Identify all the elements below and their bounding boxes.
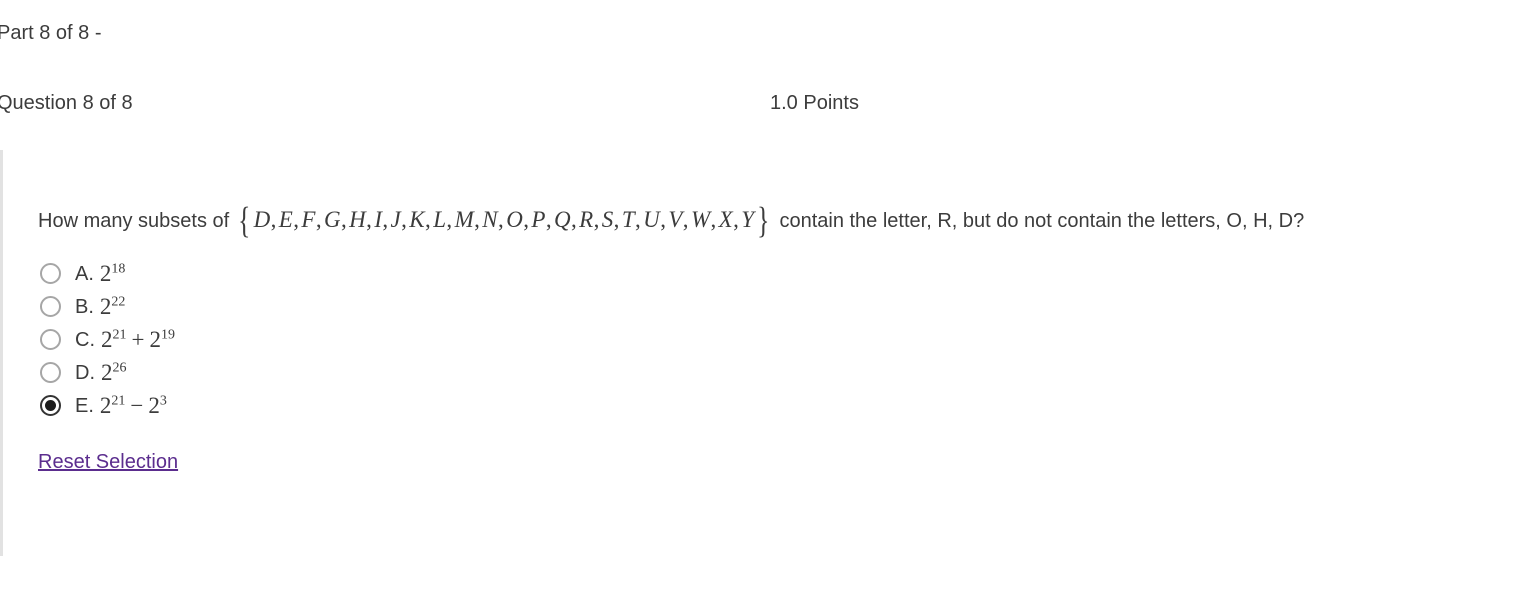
option-value: 218 [99,260,126,286]
set-separator: , [498,207,505,232]
option-letter: D. [75,361,95,384]
radio-button[interactable] [40,395,61,416]
reset-selection-link[interactable]: Reset Selection [38,449,178,475]
answer-options-list: A. 218 B. 222 C. 221 +219 D. 226 E. 221−23 [38,257,1438,422]
set-separator: , [710,207,717,232]
set-element: K [409,207,426,232]
option-value: 222 [99,293,126,319]
answer-option[interactable]: D. 226 [38,356,1438,389]
set-element: Y [741,207,755,232]
question-panel: How many subsets of {D,E,F,G,H,I,J,K,L,M… [0,150,1500,556]
question-text-after-set: contain the letter, R, but do not contai… [779,210,1305,232]
set-separator: , [523,207,530,232]
option-letter: A. [75,262,94,285]
set-element: R [579,207,594,232]
set-element: V [668,207,683,232]
option-value: 221 +219 [101,326,175,352]
set-separator: , [425,207,432,232]
set-separator: , [340,207,348,232]
set-separator: , [382,207,389,232]
set-separator: , [401,207,408,232]
radio-button[interactable] [40,362,61,383]
radio-button[interactable] [40,329,61,350]
set-separator: , [635,207,642,232]
question-header-row: Question 8 of 8 1.0 Points [0,89,1529,117]
set-separator: , [733,207,740,232]
answer-option[interactable]: E. 221−23 [38,389,1438,422]
set-separator: , [593,207,600,232]
set-separator: , [613,207,620,232]
points-label: 1.0 Points [770,92,859,114]
radio-button[interactable] [40,296,61,317]
question-text-before-set: How many subsets of [38,210,230,232]
set-separator: , [446,207,453,232]
set-element: N [482,207,499,232]
set-separator: , [366,207,373,232]
set-element: G [323,207,341,232]
set-element: F [301,207,316,232]
set-element: X [718,207,734,232]
option-value: 221−23 [99,392,167,418]
option-letter: C. [75,328,95,351]
set-element: H [349,207,367,232]
set-element: W [690,207,711,232]
set-elements: D,E,F,G,H,I,J,K,L,M,N,O,P,Q,R,S,T,U,V,W,… [254,207,755,232]
option-letter: E. [75,394,94,417]
set-element: M [454,207,475,232]
question-body: How many subsets of {D,E,F,G,H,I,J,K,L,M… [38,200,1438,475]
set-element: S [601,207,614,232]
set-element: O [506,207,524,232]
option-letter: B. [75,295,94,318]
part-label: Part 8 of 8 - [0,22,102,44]
set-separator: , [293,207,300,232]
set-element: L [433,207,447,232]
set-element: J [390,207,402,232]
answer-option[interactable]: B. 222 [38,290,1438,323]
set-separator: , [682,207,689,232]
set-element: Q [553,207,571,232]
set-separator: , [570,207,578,232]
set-element: U [643,207,661,232]
question-counter: Question 8 of 8 [0,92,133,114]
set-element: T [621,207,636,232]
question-prompt: How many subsets of {D,E,F,G,H,I,J,K,L,M… [38,200,1383,241]
set-separator: , [545,207,552,232]
set-element: E [278,207,294,232]
set-element: D [253,207,271,232]
set-element: P [531,207,546,232]
set-separator: , [315,207,322,232]
set-separator: , [270,207,277,232]
answer-option[interactable]: C. 221 +219 [38,323,1438,356]
set-separator: , [660,207,667,232]
option-value: 226 [101,359,127,385]
question-set-notation: {D,E,F,G,H,I,J,K,L,M,N,O,P,Q,R,S,T,U,V,W… [237,199,771,241]
answer-option[interactable]: A. 218 [38,257,1438,290]
set-separator: , [474,207,481,232]
radio-button[interactable] [40,263,61,284]
